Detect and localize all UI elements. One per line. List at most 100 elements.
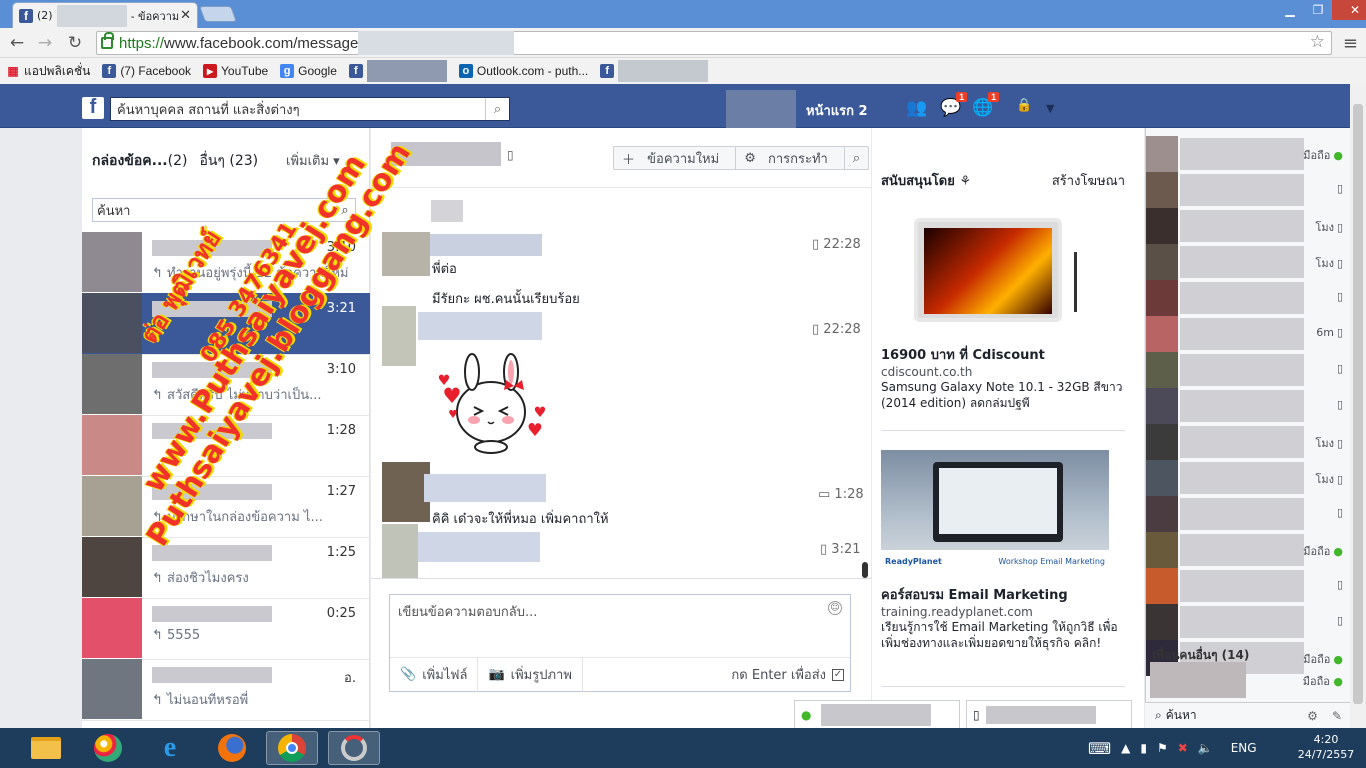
chat-friend[interactable]: มือถือ ●: [1146, 662, 1351, 698]
bookmark-google[interactable]: g Google: [280, 64, 337, 78]
close-window-icon[interactable]: ✕: [1332, 0, 1366, 20]
forward-icon[interactable]: →: [34, 32, 56, 54]
chat-friend[interactable]: ▯: [1146, 280, 1351, 316]
chat-friend[interactable]: โมง ▯: [1146, 208, 1351, 244]
file-explorer-icon[interactable]: [20, 731, 72, 765]
browser-menu-icon[interactable]: ≡: [1343, 33, 1358, 54]
home-link[interactable]: หน้าแรก 2: [806, 100, 868, 121]
new-message-button[interactable]: ＋ ข้อความใหม่: [614, 147, 737, 169]
network-signal-icon[interactable]: ▮: [1140, 741, 1147, 755]
conversation-avatar[interactable]: [82, 415, 142, 475]
sender-avatar[interactable]: [382, 232, 430, 276]
bookmark-outlook[interactable]: o Outlook.com - puth...: [458, 64, 588, 78]
chat-friend[interactable]: ▯: [1146, 388, 1351, 424]
sender-avatar[interactable]: [382, 524, 418, 578]
ad-readyplanet[interactable]: คอร์สอบรม Email Marketing training.ready…: [881, 584, 1129, 651]
actions-button[interactable]: ⚙ การกระทำ: [736, 147, 845, 169]
add-file-button[interactable]: 📎 เพิ่มไฟล์: [390, 657, 479, 692]
conversation-avatar[interactable]: [82, 232, 142, 292]
reply-composer[interactable]: เขียนข้อความตอบกลับ... ☺ 📎 เพิ่มไฟล์ 📷 เพิ…: [389, 594, 851, 692]
chat-tab[interactable]: ▯: [966, 700, 1132, 728]
account-dropdown-icon[interactable]: ▼: [1046, 102, 1054, 115]
conversation-avatar[interactable]: [82, 659, 142, 719]
internet-explorer-icon[interactable]: e: [144, 731, 196, 765]
sender-avatar[interactable]: [382, 306, 416, 366]
conversation-item[interactable]: 1:27 ↰ ปรึกษาในกล่องข้อความ ไ...: [82, 476, 370, 538]
close-tab-icon[interactable]: ✕: [180, 8, 191, 23]
conversation-avatar[interactable]: [82, 476, 142, 536]
sender-avatar[interactable]: [382, 462, 430, 522]
chat-tab[interactable]: ●: [794, 700, 960, 728]
chat-search-bar[interactable]: ⌕ ค้นหา ⚙ ✎: [1145, 702, 1350, 728]
chat-friend[interactable]: ▯: [1146, 172, 1351, 208]
readyplanet-ad-image[interactable]: ReadyPlanet Workshop Email Marketing: [881, 450, 1109, 572]
chat-friend[interactable]: โมง ▯: [1146, 244, 1351, 280]
conversation-item[interactable]: อ. ↰ ไม่นอนทีหรอพี่: [82, 659, 370, 721]
bookmark-facebook-3[interactable]: f: [600, 60, 709, 82]
tablet-ad-image[interactable]: [914, 218, 1077, 322]
bookmark-youtube[interactable]: ▶ YouTube: [203, 64, 268, 78]
create-ad-link[interactable]: สร้างโฆษณา: [1052, 170, 1125, 191]
paint-icon[interactable]: [82, 731, 134, 765]
chrome-icon[interactable]: [266, 731, 318, 765]
compose-icon[interactable]: ✎: [1332, 709, 1342, 723]
bookmark-facebook[interactable]: f (7) Facebook: [102, 64, 191, 78]
checkbox-checked-icon[interactable]: ✓: [832, 668, 844, 681]
friend-requests-icon[interactable]: 👥: [906, 98, 927, 118]
conversation-item[interactable]: 1:25 ↰ ส่องชิวไมงครง: [82, 537, 370, 599]
ad-title[interactable]: คอร์สอบรม Email Marketing: [881, 584, 1129, 605]
ad-cdiscount[interactable]: 16900 บาท ที่ Cdiscount cdiscount.co.th …: [881, 344, 1125, 411]
notifications-globe-icon[interactable]: 🌐 1: [972, 92, 1000, 118]
mobile-icon: ▯: [1336, 578, 1343, 591]
privacy-icon[interactable]: 🔒: [1016, 98, 1032, 113]
conversation-avatar[interactable]: [82, 537, 142, 597]
chat-friend[interactable]: โมง ▯: [1146, 424, 1351, 460]
show-hidden-icons-icon[interactable]: ▲: [1121, 741, 1130, 755]
action-center-flag-icon[interactable]: ⚑: [1157, 741, 1168, 755]
bookmark-apps[interactable]: ▦ แอปพลิเคชั่น: [6, 62, 90, 81]
thread-scrollbar[interactable]: [862, 562, 868, 578]
browser-tab-messages[interactable]: f (2) - ข้อความ ✕: [12, 2, 198, 28]
blurred-region: [821, 703, 932, 726]
firefox-icon[interactable]: [206, 731, 258, 765]
chat-friend[interactable]: มือถือ ●: [1146, 532, 1351, 568]
facebook-logo-icon[interactable]: f: [82, 96, 104, 119]
chat-friend[interactable]: ▯: [1146, 604, 1351, 640]
input-language-indicator[interactable]: ENG: [1231, 741, 1257, 755]
new-tab-button[interactable]: [199, 6, 237, 22]
scrollbar-thumb[interactable]: [1353, 104, 1363, 704]
conversation-avatar[interactable]: [82, 354, 142, 414]
other-tab[interactable]: อื่นๆ (23): [199, 150, 258, 172]
add-photo-button[interactable]: 📷 เพิ่มรูปภาพ: [478, 657, 583, 692]
clock[interactable]: 4:20 24/7/2557: [1296, 732, 1356, 762]
chat-friend[interactable]: ▯: [1146, 568, 1351, 604]
chat-friend[interactable]: โมง ▯: [1146, 460, 1351, 496]
network-error-icon[interactable]: ✖: [1178, 741, 1188, 755]
back-icon[interactable]: ←: [6, 32, 28, 54]
thread-search-icon[interactable]: ⌕: [845, 147, 868, 169]
reload-icon[interactable]: ↻: [64, 32, 86, 54]
page-scrollbar[interactable]: [1350, 84, 1366, 728]
chat-settings-gear-icon[interactable]: ⚙: [1307, 709, 1318, 723]
chat-friend[interactable]: 6m ▯: [1146, 316, 1351, 352]
enter-to-send-toggle[interactable]: กด Enter เพื่อส่ง ✓: [731, 664, 850, 685]
restore-icon[interactable]: ❐: [1304, 0, 1332, 20]
inbox-tab[interactable]: กล่องข้อค...(2): [92, 150, 187, 172]
facebook-search-input[interactable]: ค้นหาบุคคล สถานที่ และสิ่งต่างๆ ⌕: [110, 97, 510, 121]
url-field[interactable]: https:// www.facebook.com/message ☆: [96, 31, 1332, 55]
volume-icon[interactable]: 🔈: [1198, 741, 1213, 755]
bookmark-facebook-2[interactable]: f: [348, 60, 447, 82]
chat-friend[interactable]: มือถือ ●: [1146, 136, 1351, 172]
conversation-item[interactable]: 0:25 ↰ 5555: [82, 598, 370, 660]
conversation-avatar[interactable]: [82, 598, 142, 658]
emoticon-icon[interactable]: ☺: [828, 601, 842, 615]
minimize-icon[interactable]: ▁: [1276, 0, 1304, 20]
ad-title[interactable]: 16900 บาท ที่ Cdiscount: [881, 344, 1125, 365]
chat-friend[interactable]: ▯: [1146, 496, 1351, 532]
keyboard-icon[interactable]: ⌨: [1088, 739, 1111, 758]
messages-icon[interactable]: 💬 1: [940, 92, 968, 118]
screen-recorder-icon[interactable]: [328, 731, 380, 765]
bookmark-star-icon[interactable]: ☆: [1310, 32, 1325, 52]
chat-friend[interactable]: ▯: [1146, 352, 1351, 388]
search-icon[interactable]: ⌕: [485, 98, 509, 120]
